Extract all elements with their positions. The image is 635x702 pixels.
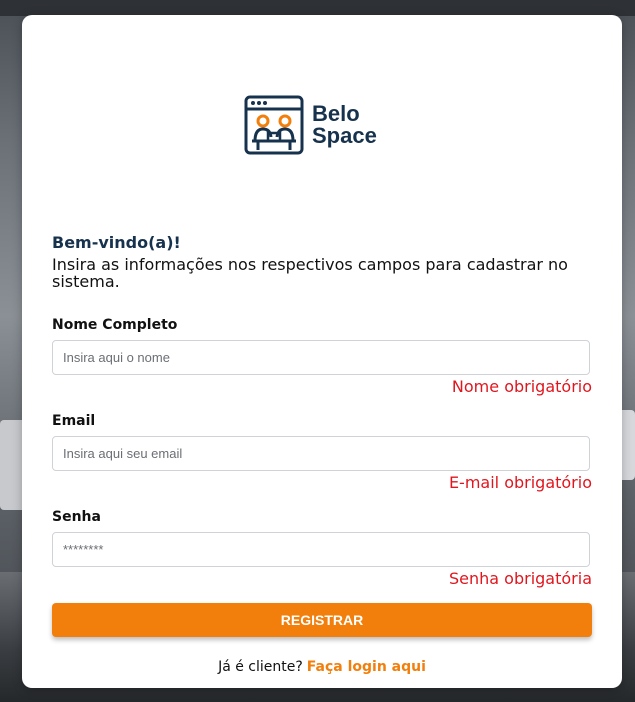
coworking-logo-icon <box>244 95 304 155</box>
brand-logo: Belo Space <box>244 95 378 155</box>
email-error: E-mail obrigatório <box>448 473 592 492</box>
password-label: Senha <box>52 509 101 525</box>
brand-name-line2: Space <box>312 123 377 148</box>
background-beam <box>0 0 635 16</box>
register-button[interactable]: REGISTRAR <box>52 603 592 637</box>
password-error: Senha obrigatória <box>449 569 592 588</box>
register-card: Belo Space Bem-vindo(a)! Insira as infor… <box>22 15 622 688</box>
intro-text: Insira as informações nos respectivos ca… <box>52 255 568 291</box>
password-input[interactable] <box>52 532 590 567</box>
welcome-heading: Bem-vindo(a)! <box>52 233 181 252</box>
login-prompt-text: Já é cliente? <box>218 659 303 675</box>
name-error: Nome obrigatório <box>451 377 592 396</box>
name-label: Nome Completo <box>52 317 178 333</box>
brand-name-line1: Belo <box>312 101 360 126</box>
login-prompt: Já é cliente? Faça login aqui <box>22 659 622 675</box>
brand-name: Belo Space <box>312 103 377 147</box>
email-input[interactable] <box>52 436 590 471</box>
name-input[interactable] <box>52 340 590 375</box>
login-link[interactable]: Faça login aqui <box>307 659 426 675</box>
email-label: Email <box>52 413 96 429</box>
